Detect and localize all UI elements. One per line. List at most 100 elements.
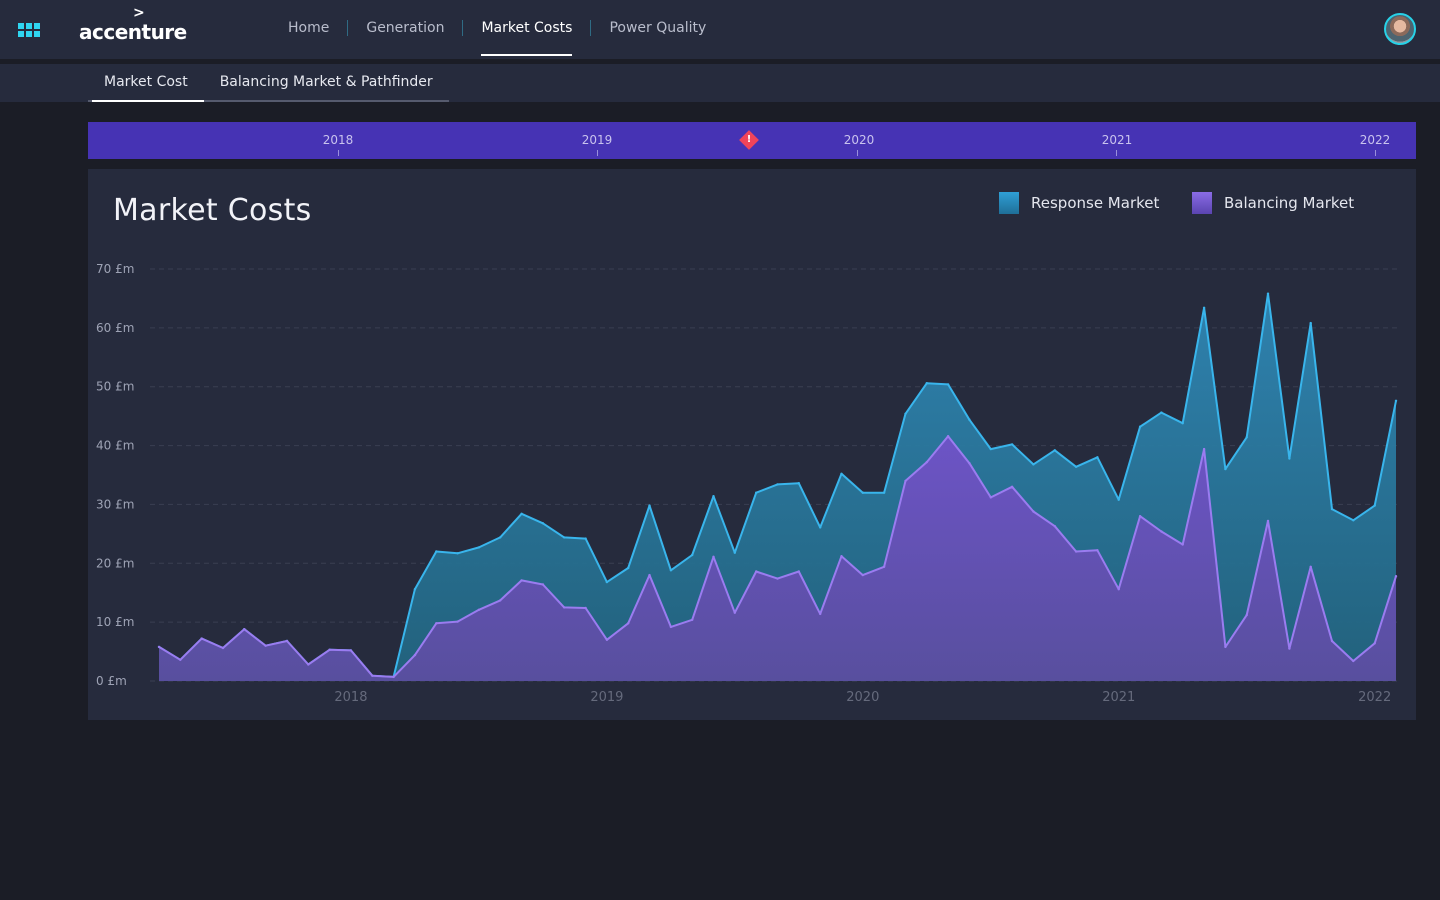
market-costs-panel: Market Costs Response Market Balancing M…: [88, 169, 1416, 720]
data-point: [840, 555, 843, 558]
data-point: [200, 637, 203, 640]
data-point: [563, 606, 566, 609]
data-point: [157, 645, 161, 649]
data-point: [456, 620, 459, 623]
data-point: [584, 606, 587, 610]
y-tick-label: 10 £m: [96, 615, 134, 629]
data-point: [1181, 422, 1184, 425]
nav-market-costs[interactable]: Market Costs: [463, 0, 590, 56]
nav-power-quality[interactable]: Power Quality: [591, 0, 724, 56]
timeline-year-label: 2022: [1359, 133, 1391, 147]
data-point: [1394, 399, 1398, 402]
data-point: [1053, 525, 1056, 528]
data-point: [1117, 498, 1120, 501]
data-point: [1074, 550, 1078, 553]
data-point: [712, 555, 715, 558]
data-point: [627, 566, 630, 570]
data-point: [1160, 411, 1163, 414]
data-point: [520, 579, 523, 582]
data-point: [243, 628, 246, 631]
data-point: [712, 495, 715, 498]
data-point: [541, 583, 545, 586]
data-point: [1373, 642, 1376, 645]
data-point: [584, 537, 587, 540]
nav-power-quality-label: Power Quality: [609, 20, 707, 36]
data-point: [1245, 436, 1248, 439]
tab-balancing-market-pathfinder[interactable]: Balancing Market & Pathfinder: [204, 64, 449, 100]
sub-nav-bar: Market Cost Balancing Market & Pathfinde…: [0, 64, 1440, 102]
timeline-tick: [857, 150, 858, 156]
data-point: [1352, 519, 1355, 522]
top-header: > accenture Home Generation Market Costs…: [0, 0, 1440, 60]
timeline-year-label: 2021: [1101, 133, 1133, 147]
data-point: [605, 638, 609, 641]
data-point: [733, 611, 736, 614]
data-point: [1010, 485, 1014, 488]
data-point: [946, 435, 950, 438]
data-point: [1373, 504, 1376, 507]
x-tick-label: 2019: [590, 690, 623, 705]
data-point: [477, 608, 481, 611]
data-point: [349, 649, 353, 652]
data-point: [989, 447, 992, 451]
warning-diamond-icon[interactable]: !: [739, 130, 759, 150]
data-point: [1224, 467, 1227, 471]
data-point: [925, 382, 928, 385]
data-point: [541, 522, 545, 525]
data-point: [520, 512, 523, 515]
data-point: [733, 551, 736, 554]
data-point: [435, 550, 438, 553]
data-point: [1309, 565, 1312, 568]
data-point: [691, 553, 694, 557]
data-point: [605, 580, 609, 584]
data-point: [1032, 510, 1035, 513]
x-tick-label: 2021: [1102, 690, 1135, 705]
data-point: [1138, 515, 1142, 518]
timeline-tick: [597, 150, 598, 156]
data-point: [392, 675, 395, 679]
x-tick-label: 2018: [334, 690, 367, 705]
data-point: [648, 504, 651, 507]
timeline-year-label: 2020: [843, 133, 875, 147]
data-point: [882, 491, 886, 494]
data-point: [1160, 530, 1163, 533]
nav-generation-label: Generation: [366, 20, 445, 36]
data-point: [563, 536, 566, 539]
data-point: [797, 482, 800, 485]
data-point: [1202, 306, 1206, 309]
data-point: [1352, 659, 1355, 663]
x-tick-label: 2020: [846, 690, 879, 705]
data-point: [1266, 292, 1270, 295]
data-point: [328, 648, 331, 651]
data-point: [1394, 575, 1398, 578]
data-point: [221, 646, 225, 650]
main-nav: Home Generation Market Costs Power Quali…: [270, 0, 724, 60]
data-point: [691, 618, 694, 621]
user-avatar[interactable]: [1384, 13, 1416, 45]
data-point: [1288, 647, 1291, 650]
timeline-bar[interactable]: 2018 2019 2020 2021 2022 !: [88, 122, 1416, 159]
data-point: [371, 674, 374, 677]
data-point: [669, 569, 673, 572]
data-point: [882, 565, 886, 568]
data-point: [819, 612, 822, 616]
timeline-year-label: 2018: [322, 133, 354, 147]
data-point: [499, 536, 502, 539]
data-point: [819, 526, 822, 529]
data-point: [946, 383, 950, 386]
data-point: [264, 644, 267, 647]
data-point: [669, 625, 673, 629]
nav-home[interactable]: Home: [270, 0, 347, 56]
data-point: [1181, 543, 1184, 546]
tab-balancing-market-pathfinder-label: Balancing Market & Pathfinder: [219, 74, 433, 90]
data-point: [925, 460, 928, 464]
nav-generation[interactable]: Generation: [348, 0, 462, 56]
data-point: [627, 622, 630, 625]
y-tick-label: 70 £m: [96, 262, 134, 276]
y-tick-label: 40 £m: [96, 439, 134, 453]
app-grid-icon[interactable]: [18, 23, 40, 37]
y-tick-label: 30 £m: [96, 497, 134, 511]
tab-market-cost[interactable]: Market Cost: [88, 64, 204, 102]
data-point: [968, 462, 971, 465]
data-point: [776, 483, 779, 486]
